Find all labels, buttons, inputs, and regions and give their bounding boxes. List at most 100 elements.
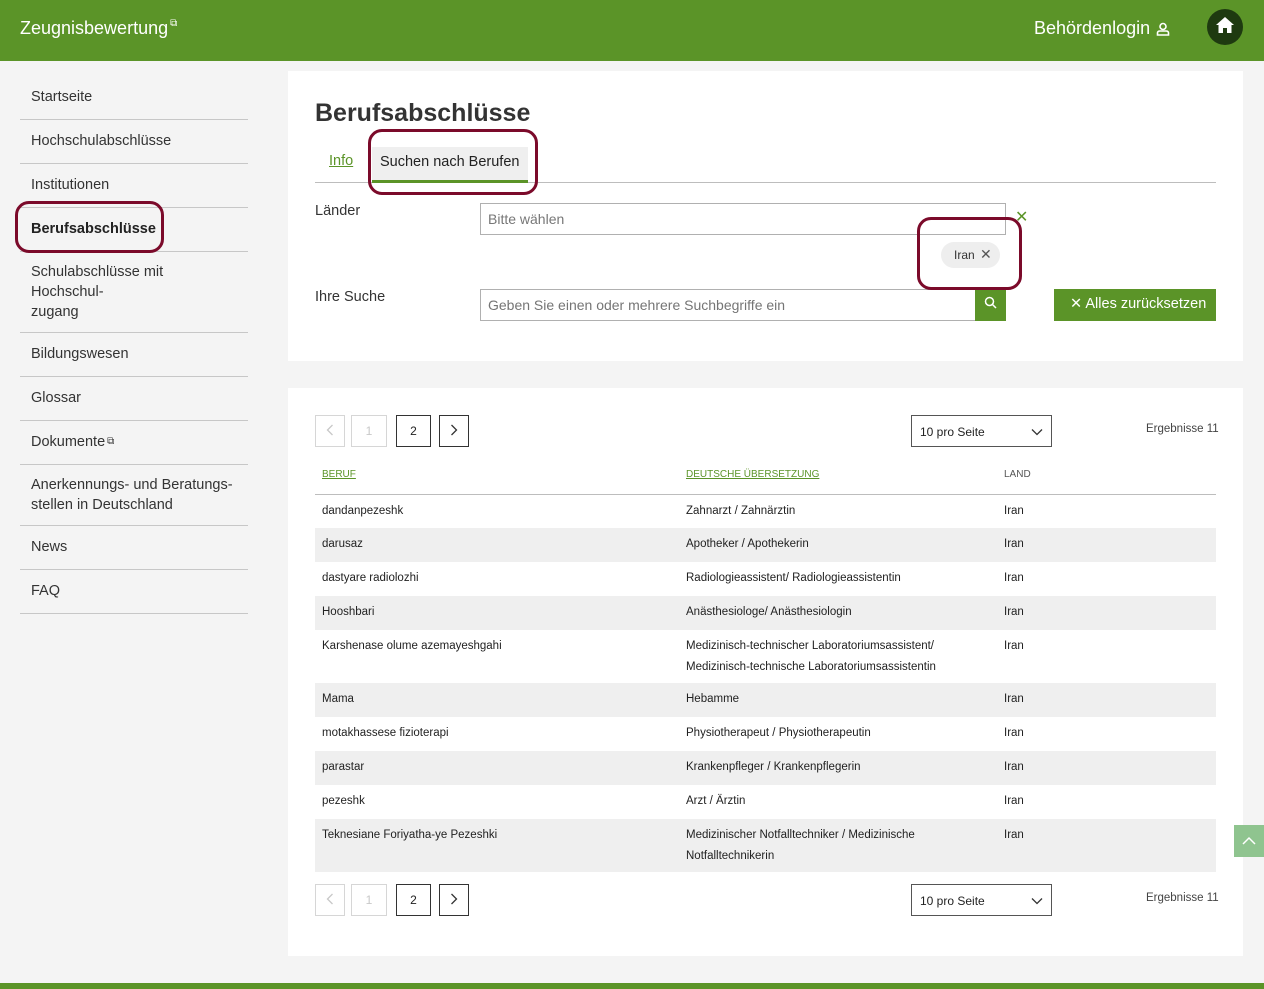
chevron-left-icon	[326, 893, 334, 908]
sidebar-item-label: FAQ	[31, 583, 61, 599]
sidebar-item-label: Glossar	[31, 390, 81, 406]
table-row: Karshenase olume azemayeshgahi Medizinis…	[315, 630, 1216, 683]
home-button[interactable]	[1207, 9, 1243, 45]
sidebar-item-label: Bildungswesen	[31, 346, 129, 362]
cell-uebersetzung-line2: Notfalltechnikerin	[686, 850, 775, 862]
per-page-select[interactable]: 10 pro Seite	[911, 415, 1052, 447]
page-title: Berufsabschlüsse	[315, 99, 531, 127]
footer-bar	[0, 983, 1264, 989]
cell-land: Iran	[1004, 572, 1024, 584]
sidebar-item-label: Hochschulabschlüsse	[31, 133, 172, 149]
cell-beruf: Karshenase olume azemayeshgahi	[322, 640, 502, 652]
table-row: parastar Krankenpfleger / Krankenpfleger…	[315, 751, 1216, 785]
column-header-uebersetzung[interactable]: DEUTSCHE ÜBERSETZUNG	[679, 464, 997, 495]
search-button[interactable]	[975, 289, 1006, 321]
pagination-next-button[interactable]	[439, 415, 469, 447]
chevron-up-icon	[1242, 832, 1256, 850]
cell-uebersetzung: Anästhesiologe/ Anästhesiologin	[679, 596, 997, 630]
cell-uebersetzung: Medizinisch-technischer Laboratoriumsass…	[679, 630, 997, 683]
results-count: Ergebnisse 11	[1146, 423, 1219, 435]
cell-land: Iran	[997, 596, 1216, 630]
pagination-prev-button[interactable]	[315, 415, 345, 447]
annotation-chip-highlight	[917, 217, 1022, 290]
scroll-to-top-button[interactable]	[1234, 825, 1264, 857]
cell-land: Iran	[1004, 504, 1024, 517]
cell-uebersetzung: Apotheker / Apothekerin	[679, 528, 997, 562]
table-row: Teknesiane Foriyatha-ye Pezeshki Medizin…	[315, 819, 1216, 872]
cell-beruf: pezeshk	[322, 795, 365, 807]
tab-info[interactable]: Info	[329, 153, 353, 169]
brand-label: Zeugnisbewertung	[20, 18, 169, 38]
table-row: pezeshk Arzt / Ärztin Iran	[315, 785, 1216, 819]
table-row: Hooshbari Anästhesiologe/ Anästhesiologi…	[315, 596, 1216, 630]
annotation-tab-highlight	[368, 129, 538, 195]
pagination-next-button-bottom[interactable]	[439, 884, 469, 916]
cell-uebersetzung: Physiotherapeut / Physiotherapeutin	[686, 727, 871, 739]
cell-uebersetzung: Arzt / Ärztin	[686, 795, 746, 807]
sidebar-item-label: News	[31, 539, 68, 555]
sidebar-item-dokumente[interactable]: Dokumente ⧉	[20, 421, 248, 465]
pagination-page-2[interactable]: 2	[396, 415, 431, 447]
sidebar-item-label: Anerkennungs- und Beratungs-	[31, 477, 233, 493]
pagination-page-1-bottom[interactable]: 1	[351, 884, 387, 916]
per-page-select-bottom[interactable]: 10 pro Seite	[911, 884, 1052, 916]
results-card: 1 2 10 pro Seite Ergebnisse 11 BERUF DEU…	[288, 388, 1243, 956]
cell-uebersetzung: Medizinischer Notfalltechniker / Medizin…	[679, 819, 997, 872]
cell-land: Iran	[997, 819, 1216, 872]
laender-label: Länder	[315, 203, 361, 219]
sidebar-item-label: Startseite	[31, 89, 93, 105]
user-icon	[1156, 20, 1170, 41]
cell-beruf: parastar	[315, 751, 679, 785]
chevron-left-icon	[326, 424, 334, 439]
sidebar-item-bildungswesen[interactable]: Bildungswesen	[20, 333, 248, 377]
results-count-bottom: Ergebnisse 11	[1146, 892, 1219, 904]
column-header-beruf[interactable]: BERUF	[315, 464, 679, 495]
top-bar: Zeugnisbewertung ⧉ Behördenlogin	[0, 0, 1264, 61]
sidebar-item-label-line2: stellen in Deutschland	[31, 497, 173, 513]
cell-uebersetzung: Krankenpfleger / Krankenpflegerin	[679, 751, 997, 785]
search-icon	[984, 296, 997, 314]
chevron-right-icon	[450, 424, 458, 439]
column-header-land: LAND	[997, 464, 1216, 495]
search-input[interactable]	[480, 289, 975, 321]
table-header-row: BERUF DEUTSCHE ÜBERSETZUNG LAND	[315, 464, 1216, 495]
sidebar-item-hochschulabschluesse[interactable]: Hochschulabschlüsse	[20, 120, 248, 164]
cell-uebersetzung: Hebamme	[679, 683, 997, 717]
sidebar-item-label: Schulabschlüsse mit Hochschul-	[31, 264, 164, 300]
table-row: darusaz Apotheker / Apothekerin Iran	[315, 528, 1216, 562]
cell-uebersetzung-line1: Medizinischer Notfalltechniker / Medizin…	[686, 829, 915, 841]
cell-beruf: Teknesiane Foriyatha-ye Pezeshki	[315, 819, 679, 872]
sidebar-item-faq[interactable]: FAQ	[20, 570, 248, 614]
cell-uebersetzung-line1: Medizinisch-technischer Laboratoriumsass…	[686, 640, 934, 652]
search-card: Berufsabschlüsse Info Suchen nach Berufe…	[288, 71, 1243, 361]
sidebar-item-startseite[interactable]: Startseite	[20, 76, 248, 120]
cell-uebersetzung-line2: Medizinisch-technische Laboratoriumsassi…	[686, 661, 936, 673]
close-icon: ✕	[1070, 296, 1083, 312]
cell-beruf: darusaz	[315, 528, 679, 562]
cell-beruf: motakhassese fizioterapi	[322, 727, 449, 739]
sidebar-item-glossar[interactable]: Glossar	[20, 377, 248, 421]
external-link-icon: ⧉	[170, 18, 178, 29]
home-icon	[1215, 15, 1235, 40]
sidebar-item-label: Institutionen	[31, 177, 110, 193]
sidebar-item-anerkennung[interactable]: Anerkennungs- und Beratungs-stellen in D…	[20, 465, 248, 526]
cell-beruf: Mama	[315, 683, 679, 717]
reset-label: Alles zurücksetzen	[1085, 296, 1207, 312]
per-page-value: 10 pro Seite	[920, 894, 985, 908]
cell-beruf: dastyare radiolozhi	[322, 572, 419, 584]
external-link-icon: ⧉	[107, 436, 115, 447]
brand-link[interactable]: Zeugnisbewertung ⧉	[20, 18, 177, 39]
sidebar-item-schulabschluesse[interactable]: Schulabschlüsse mit Hochschul-zugang	[20, 252, 248, 333]
pagination-prev-button-bottom[interactable]	[315, 884, 345, 916]
pagination-page-2-bottom[interactable]: 2	[396, 884, 431, 916]
sidebar-item-news[interactable]: News	[20, 526, 248, 570]
cell-land: Iran	[997, 751, 1216, 785]
authority-login-link[interactable]: Behördenlogin	[1034, 18, 1170, 41]
annotation-sidebar-highlight	[15, 201, 164, 253]
cell-beruf: Hooshbari	[315, 596, 679, 630]
cell-land: Iran	[1004, 640, 1024, 652]
chevron-right-icon	[450, 893, 458, 908]
cell-land: Iran	[1004, 727, 1024, 739]
pagination-page-1[interactable]: 1	[351, 415, 387, 447]
reset-all-button[interactable]: ✕ Alles zurücksetzen	[1054, 289, 1216, 321]
